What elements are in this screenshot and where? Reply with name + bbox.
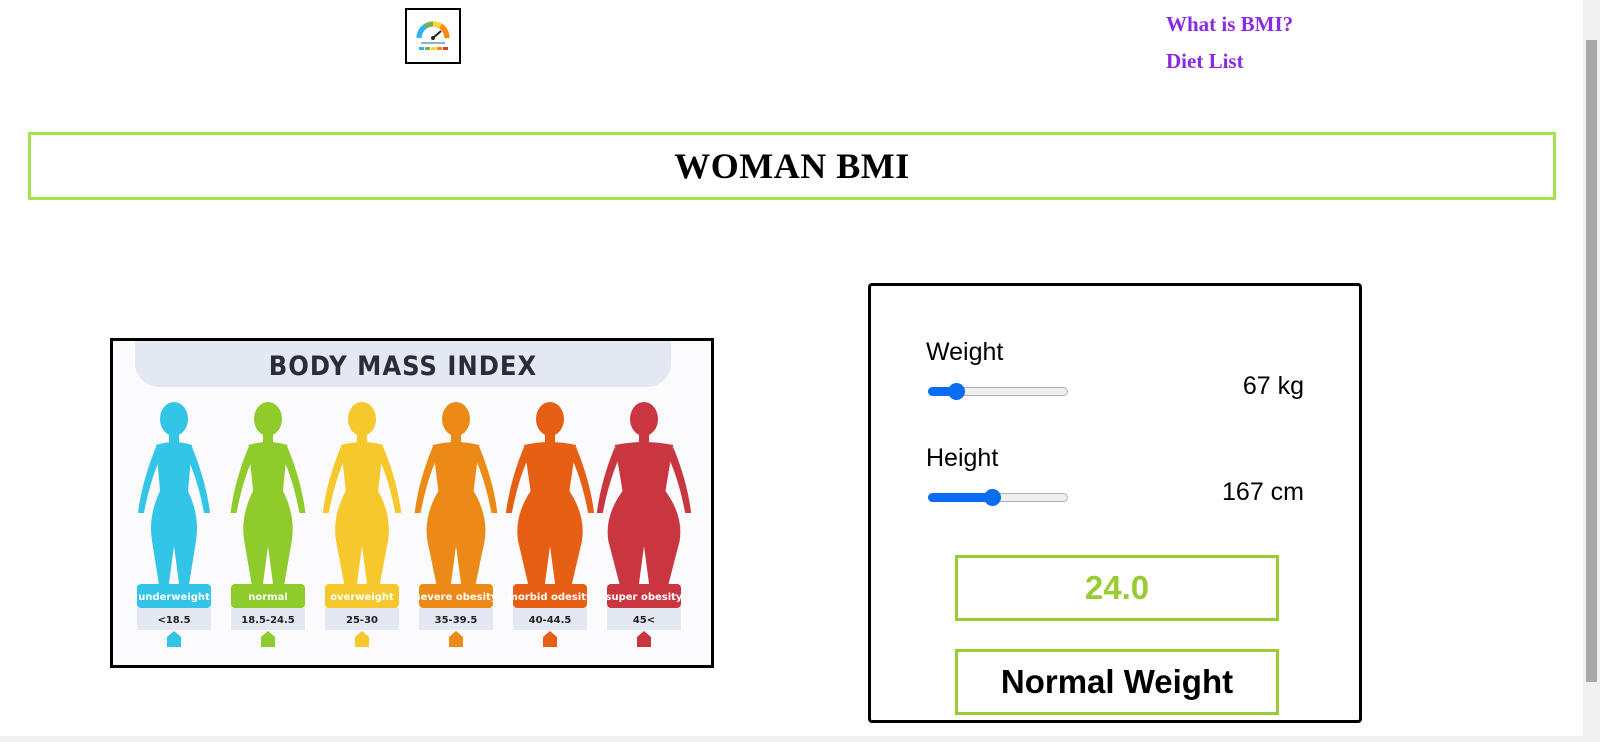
category-label: underweight xyxy=(138,592,210,603)
top-nav: What is BMI? Diet List xyxy=(1166,6,1293,80)
body-figure-overweight: overweight 25-30 xyxy=(322,402,402,647)
bmi-value: 24.0 xyxy=(1084,569,1150,606)
body-figure-normal: normal 18.5-24.5 xyxy=(230,402,306,647)
infographic-heading: BODY MASS INDEX xyxy=(269,351,537,382)
figure-body xyxy=(607,442,681,591)
category-range: 25-30 xyxy=(346,615,378,626)
category-label: overweight xyxy=(330,592,394,603)
weight-slider-thumb[interactable] xyxy=(948,383,965,400)
category-label: normal xyxy=(248,592,288,603)
category-label: morbid odesity xyxy=(508,592,593,603)
figure-neck xyxy=(451,433,461,443)
category-range: 40-44.5 xyxy=(529,615,572,626)
category-label: super obesity xyxy=(606,592,683,603)
weight-value: 67 kg xyxy=(1242,372,1304,400)
nav-link-diet-list[interactable]: Diet List xyxy=(1166,43,1293,80)
body-figure-severe-obesity: severe obesity 35-39.5 xyxy=(414,402,498,647)
horizontal-scrollbar[interactable] xyxy=(0,736,1583,742)
bmi-category: Normal Weight xyxy=(1000,663,1234,700)
category-marker xyxy=(543,631,557,647)
figure-neck xyxy=(169,433,179,443)
bmi-result-box: 24.0 xyxy=(955,555,1279,621)
bmi-calculator-card: Weight 67 kg Height 167 cm 24.0 Normal W… xyxy=(868,283,1362,723)
vertical-scrollbar-thumb[interactable] xyxy=(1586,40,1597,682)
category-marker xyxy=(637,631,651,647)
figure-head xyxy=(536,402,564,436)
bmi-infographic: BODY MASS INDEX underweight <18.5 normal 18… xyxy=(110,338,714,668)
category-range: 18.5-24.5 xyxy=(241,615,295,626)
title-banner: WOMAN BMI xyxy=(28,132,1556,200)
body-figure-super-obesity: super obesity 45< xyxy=(596,402,692,647)
body-figure-morbid-odesity: morbid odesity 40-44.5 xyxy=(505,402,595,647)
body-figure-underweight: underweight <18.5 xyxy=(137,402,211,647)
category-marker xyxy=(261,631,275,647)
figure-body xyxy=(243,442,293,591)
bmi-gauge-logo-icon xyxy=(416,21,450,50)
figure-head xyxy=(442,402,470,436)
nav-link-what-is-bmi[interactable]: What is BMI? xyxy=(1166,6,1293,43)
category-marker xyxy=(449,631,463,647)
category-range: <18.5 xyxy=(157,615,190,626)
page-title: WOMAN BMI xyxy=(674,146,910,186)
figure-body xyxy=(151,442,197,591)
weight-slider[interactable] xyxy=(928,382,1068,400)
figure-head xyxy=(630,402,658,436)
height-slider[interactable] xyxy=(928,488,1068,506)
height-label: Height xyxy=(926,444,999,472)
figure-head xyxy=(160,402,188,436)
category-marker xyxy=(355,631,369,647)
figure-body xyxy=(517,442,583,591)
figure-head xyxy=(254,402,282,436)
category-range: 35-39.5 xyxy=(435,615,478,626)
bmi-infographic-figure: BODY MASS INDEX underweight <18.5 normal 18… xyxy=(135,341,692,647)
figure-body xyxy=(426,442,486,591)
figure-neck xyxy=(639,433,649,443)
category-marker xyxy=(167,631,181,647)
category-range: 45< xyxy=(633,615,655,626)
figure-neck xyxy=(357,433,367,443)
figure-body xyxy=(335,442,389,591)
figure-head xyxy=(348,402,376,436)
height-slider-thumb[interactable] xyxy=(984,489,1002,506)
category-label: severe obesity xyxy=(415,592,498,603)
height-value: 167 cm xyxy=(1222,478,1304,506)
figure-neck xyxy=(545,433,555,443)
height-slider-fill xyxy=(928,493,993,502)
logo[interactable] xyxy=(405,8,461,64)
weight-label: Weight xyxy=(926,338,1004,366)
bmi-category-box: Normal Weight xyxy=(955,649,1279,715)
figure-neck xyxy=(263,433,273,443)
